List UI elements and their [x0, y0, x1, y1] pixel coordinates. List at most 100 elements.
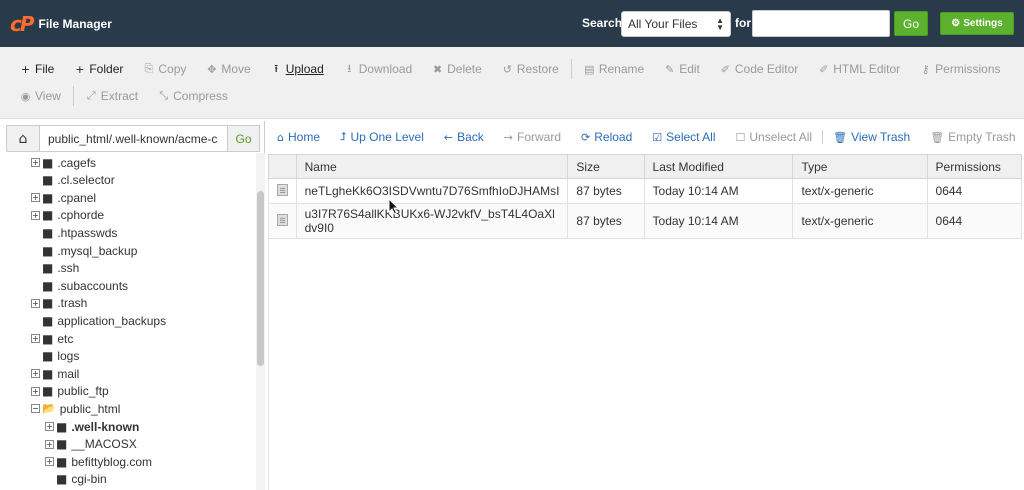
- settings-button[interactable]: ⚙ Settings: [940, 12, 1014, 35]
- nav-forward-button[interactable]: → Forward: [504, 130, 561, 144]
- tree-item[interactable]: ■ .mysql_backup: [31, 242, 137, 259]
- tree-item[interactable]: + ■ .well-known: [45, 418, 139, 435]
- expand-icon[interactable]: +: [31, 386, 40, 396]
- tree-item-label: .htpasswds: [57, 225, 118, 240]
- tree-scrollbar-thumb[interactable]: [257, 191, 264, 366]
- collapse-icon[interactable]: −: [31, 404, 40, 414]
- toolbar-compress-button[interactable]: ⤡ Compress: [158, 89, 228, 103]
- arrow-left-icon: ←: [443, 130, 454, 144]
- nav-unselect-all-button[interactable]: ☐ Unselect All: [736, 130, 813, 144]
- toolbar-download-button[interactable]: ⭳ Download: [344, 60, 412, 79]
- toolbar-view-button[interactable]: ◉ View: [20, 89, 61, 103]
- expand-icon[interactable]: +: [45, 439, 54, 449]
- delete-icon: ✖: [433, 62, 443, 76]
- folder-icon: ■: [42, 313, 54, 328]
- toolbar-upload-button[interactable]: ⭱ Upload: [271, 60, 324, 79]
- toolbar-button-label: Permissions: [935, 62, 1001, 76]
- column-header-name[interactable]: Name: [295, 154, 569, 179]
- expand-icon[interactable]: +: [31, 334, 40, 343]
- tree-item[interactable]: ■ .subaccounts: [31, 277, 128, 294]
- toolbar-permissions-button[interactable]: ⚷ Permissions: [920, 62, 1001, 76]
- nav-back-button[interactable]: ← Back: [444, 130, 484, 144]
- key-icon: ⚷: [921, 62, 930, 76]
- expand-icon[interactable]: +: [31, 193, 40, 203]
- column-header-type[interactable]: Type: [792, 154, 928, 179]
- tree-item[interactable]: ■ logs: [31, 348, 79, 365]
- folder-icon: ■: [42, 208, 54, 223]
- expand-icon[interactable]: +: [31, 298, 40, 308]
- home-icon[interactable]: ⌂: [6, 125, 40, 152]
- nav-view-trash-button[interactable]: 🗑 View Trash: [822, 130, 910, 144]
- expand-icon[interactable]: +: [31, 210, 40, 220]
- column-header-last-modified[interactable]: Last Modified: [643, 154, 794, 179]
- toolbar-button-label: Upload: [285, 62, 324, 76]
- tree-item[interactable]: + ■ .cagefs: [31, 154, 96, 171]
- toolbar-button-label: Code Editor: [734, 62, 799, 76]
- folder-icon: ■: [42, 384, 54, 399]
- path-input[interactable]: [40, 125, 228, 152]
- column-header-permissions[interactable]: Permissions: [926, 154, 1023, 179]
- tree-item[interactable]: − 📂 public_html: [31, 400, 120, 417]
- tree-item[interactable]: + ■ public_ftp: [31, 383, 109, 400]
- search-go-button[interactable]: Go: [894, 11, 928, 36]
- toolbar-html-editor-button[interactable]: ✐ HTML Editor: [818, 62, 900, 76]
- nav-label: Up One Level: [350, 130, 424, 144]
- tree-item-label: application_backups: [57, 313, 167, 328]
- toolbar-move-button[interactable]: ✥ Move: [206, 62, 250, 76]
- toolbar-copy-button[interactable]: ⎘ Copy: [143, 62, 186, 76]
- select-arrows-icon: ▲ ▼: [716, 16, 724, 32]
- file-modified: Today 10:14 AM: [643, 178, 794, 204]
- toolbar-folder-button[interactable]: + Folder: [74, 62, 123, 76]
- file-name[interactable]: neTLgheKk6O3ISDVwntu7D76SmfhIoDJHAMsI: [295, 178, 569, 204]
- tree-item[interactable]: ■ .htpasswds: [31, 224, 117, 241]
- tree-item-label: .cphorde: [57, 208, 105, 223]
- toolbar-edit-button[interactable]: ✎ Edit: [664, 62, 700, 76]
- nav-reload-button[interactable]: ⟳ Reload: [581, 130, 632, 144]
- nav-select-all-button[interactable]: ☑ Select All: [652, 130, 715, 144]
- tree-item[interactable]: + ■ .cphorde: [31, 207, 104, 224]
- path-go-button[interactable]: Go: [228, 125, 260, 152]
- search-input[interactable]: [752, 10, 890, 37]
- folder-icon: ■: [42, 155, 54, 170]
- expand-icon[interactable]: +: [31, 158, 40, 167]
- search-scope-select[interactable]: All Your Files ▲ ▼: [621, 11, 731, 37]
- expand-icon[interactable]: +: [31, 369, 40, 379]
- nav-home-button[interactable]: ⌂ Home: [277, 130, 320, 144]
- expand-icon[interactable]: +: [45, 457, 54, 467]
- toolbar-extract-button[interactable]: ⤢ Extract: [86, 89, 138, 103]
- expand-icon[interactable]: +: [45, 422, 54, 431]
- file-navigation-bar: ⌂ Home ⮥ Up One Level ← Back → Forward ⟳ Reload ☑ S…: [268, 121, 1024, 153]
- table-row[interactable]: neTLgheKk6O3ISDVwntu7D76SmfhIoDJHAMsI 87…: [268, 178, 1023, 204]
- tree-item-label: .cpanel: [57, 190, 97, 205]
- tree-item[interactable]: + ■ __MACOSX: [45, 436, 137, 453]
- tree-item[interactable]: + ■ etc: [31, 330, 73, 347]
- checkbox-empty-icon: ☐: [735, 130, 746, 144]
- tree-item[interactable]: ■ .ssh: [31, 260, 79, 277]
- tree-item[interactable]: ■ application_backups: [31, 312, 166, 329]
- toolbar-file-button[interactable]: + File: [20, 62, 54, 76]
- column-header-size[interactable]: Size: [567, 154, 645, 179]
- nav-empty-trash-button[interactable]: 🗑 Empty Trash: [930, 130, 1015, 144]
- tree-item[interactable]: + ■ befittyblog.com: [45, 453, 152, 470]
- table-row[interactable]: u3I7R76S4allKKBUKx6-WJ2vkfV_bsT4L4OaXldv…: [268, 203, 1023, 239]
- folder-icon: ■: [42, 225, 54, 240]
- toolbar-restore-button[interactable]: ↺ Restore: [502, 62, 559, 76]
- toolbar-code-editor-button[interactable]: ✐ Code Editor: [720, 62, 798, 76]
- tree-item[interactable]: ■ .cl.selector: [31, 172, 115, 189]
- tree-item-label: .cl.selector: [57, 173, 115, 188]
- tree-item-label: etc: [57, 331, 74, 346]
- home-icon: ⌂: [277, 130, 284, 144]
- tree-item[interactable]: + ■ mail: [31, 365, 79, 382]
- nav-up-one-level-button[interactable]: ⮥ Up One Level: [340, 130, 424, 144]
- file-list-empty-area[interactable]: [268, 237, 1022, 490]
- toolbar-delete-button[interactable]: ✖ Delete: [432, 62, 482, 76]
- level-up-icon: ⮥: [340, 130, 347, 143]
- tree-item[interactable]: ■ cgi-bin: [45, 471, 107, 488]
- brand[interactable]: cP File Manager: [10, 14, 112, 34]
- toolbar-rename-button[interactable]: ▤ Rename: [584, 62, 644, 76]
- plus-icon: +: [20, 62, 31, 76]
- download-icon: ⭳: [347, 61, 352, 75]
- tree-item[interactable]: + ■ .trash: [31, 295, 87, 312]
- file-name[interactable]: u3I7R76S4allKKBUKx6-WJ2vkfV_bsT4L4OaXldv…: [295, 203, 569, 239]
- tree-item[interactable]: + ■ .cpanel: [31, 189, 96, 206]
